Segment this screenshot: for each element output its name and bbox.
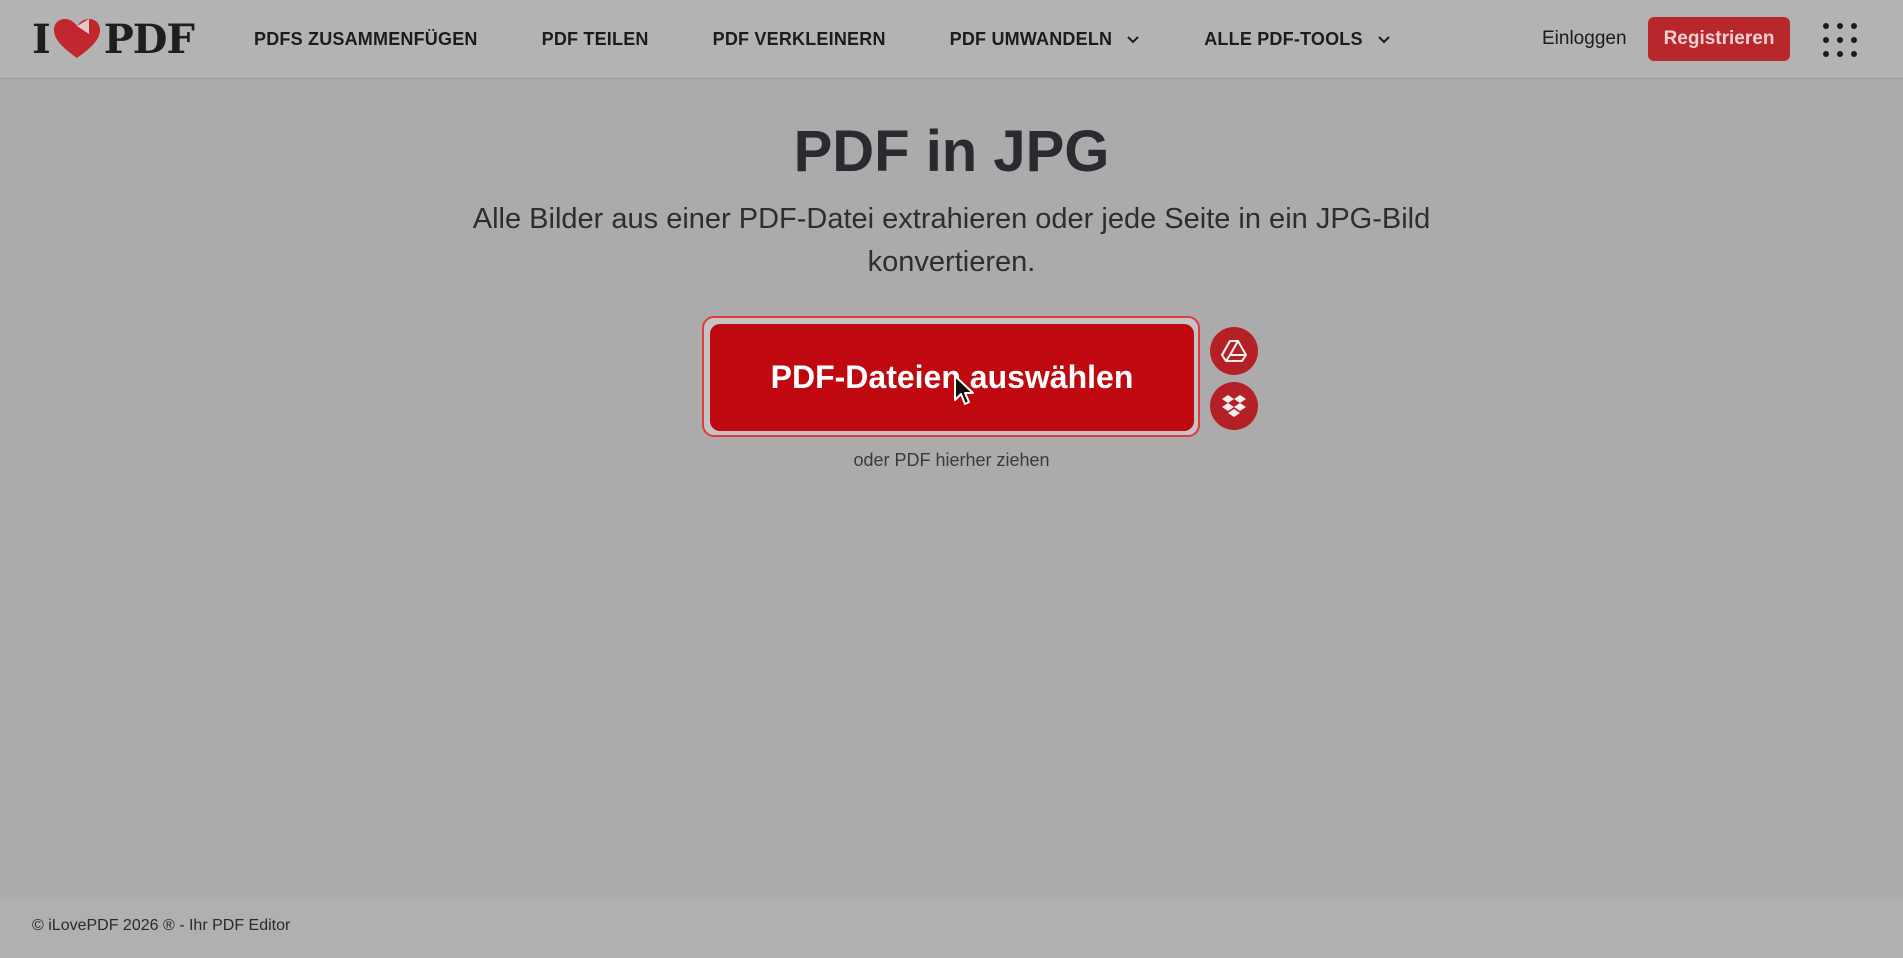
grid-apps-icon[interactable] bbox=[1822, 22, 1858, 58]
drag-drop-hint: oder PDF hierher ziehen bbox=[853, 450, 1050, 470]
nav-item-split-pdf[interactable]: PDF TEILEN bbox=[542, 29, 649, 50]
google-drive-icon bbox=[1221, 340, 1247, 362]
nav-item-all-tools[interactable]: ALLE PDF-TOOLS bbox=[1204, 29, 1390, 50]
nav-item-convert-pdf[interactable]: PDF UMWANDELN bbox=[950, 29, 1141, 50]
logo-letter-i: I bbox=[32, 15, 51, 63]
select-pdf-files-button[interactable]: PDF-Dateien auswählen bbox=[710, 324, 1194, 431]
copyright-text: © iLovePDF 2026 ® - Ihr PDF Editor bbox=[32, 917, 291, 934]
page-subtitle: Alle Bilder aus einer PDF-Datei extrahie… bbox=[472, 203, 1431, 278]
main-nav: PDFS ZUSAMMENFÜGEN PDF TEILEN PDF VERKLE… bbox=[254, 0, 1455, 79]
nav-item-label: PDF UMWANDELN bbox=[949, 29, 1113, 49]
google-drive-button[interactable] bbox=[1210, 327, 1258, 375]
register-button[interactable]: Registrieren bbox=[1648, 17, 1790, 61]
nav-item-compress-pdf[interactable]: PDF VERKLEINERN bbox=[713, 29, 886, 50]
nav-item-merge-pdf[interactable]: PDFS ZUSAMMENFÜGEN bbox=[254, 29, 478, 50]
logo-text-pdf: PDF bbox=[103, 15, 195, 63]
ilovepdf-logo[interactable]: I PDF bbox=[32, 15, 195, 63]
top-header: I PDF PDFS ZUSAMMENFÜGEN PDF TEILEN PDF … bbox=[0, 0, 1903, 79]
page-footer: © iLovePDF 2026 ® - Ihr PDF Editor bbox=[0, 899, 1903, 958]
page-title: PDF in JPG bbox=[793, 119, 1110, 184]
nav-item-label: PDF TEILEN bbox=[541, 29, 649, 49]
heart-logo-icon bbox=[53, 19, 100, 58]
nav-item-label: PDFS ZUSAMMENFÜGEN bbox=[254, 29, 478, 49]
mouse-cursor-icon bbox=[954, 375, 974, 405]
nav-item-label: ALLE PDF-TOOLS bbox=[1204, 29, 1363, 49]
dropbox-icon bbox=[1222, 395, 1246, 417]
nav-item-label: PDF VERKLEINERN bbox=[712, 29, 886, 49]
dropbox-button[interactable] bbox=[1210, 382, 1258, 430]
chevron-down-icon bbox=[1127, 35, 1139, 43]
chevron-down-icon bbox=[1377, 35, 1390, 43]
login-link[interactable]: Einloggen bbox=[1542, 28, 1627, 50]
